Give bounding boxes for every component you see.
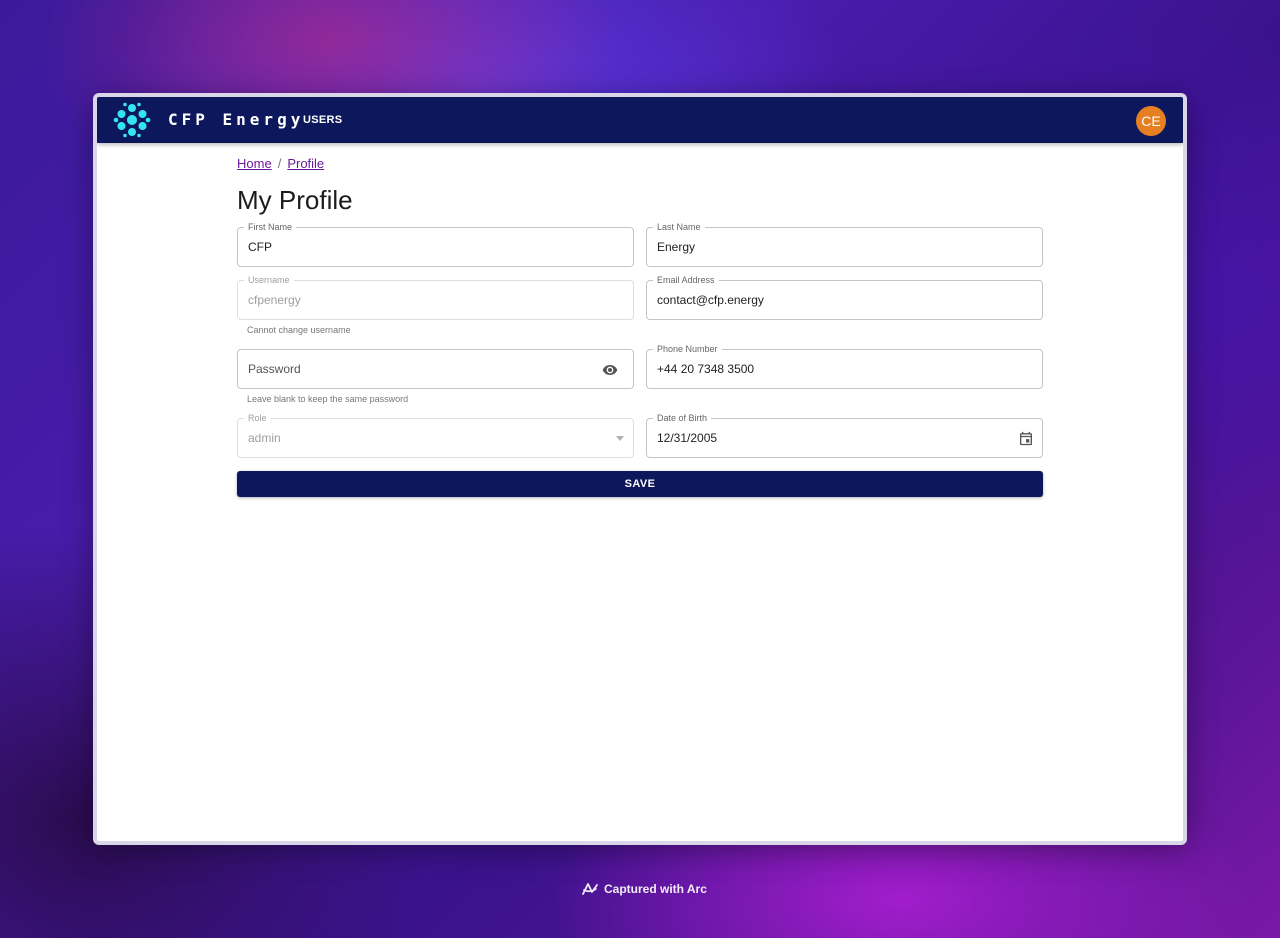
first-name-value[interactable]: CFP <box>248 240 272 254</box>
phone-value[interactable]: +44 20 7348 3500 <box>657 362 754 376</box>
password-field[interactable]: Password <box>237 349 634 389</box>
last-name-field[interactable]: Last Name Energy <box>646 221 1043 267</box>
role-label: Role <box>244 412 271 424</box>
last-name-label: Last Name <box>653 221 705 233</box>
email-label: Email Address <box>653 274 719 286</box>
username-value: cfpenergy <box>248 293 301 307</box>
arc-caption-text: Captured with Arc <box>604 882 707 896</box>
save-button[interactable]: SAVE <box>237 471 1043 497</box>
breadcrumb-home-link[interactable]: Home <box>237 156 272 171</box>
arc-logo-icon <box>582 883 598 895</box>
role-value: admin <box>248 431 281 445</box>
username-label: Username <box>244 274 294 286</box>
first-name-label: First Name <box>244 221 297 233</box>
breadcrumb-profile-link[interactable]: Profile <box>287 156 324 171</box>
phone-label: Phone Number <box>653 343 722 355</box>
eye-icon[interactable] <box>601 362 619 378</box>
brand-name[interactable]: CFP Energy <box>168 110 304 130</box>
email-field[interactable]: Email Address contact@cfp.energy <box>646 274 1043 320</box>
date-of-birth-label: Date of Birth <box>653 412 712 424</box>
calendar-icon[interactable] <box>1018 430 1034 447</box>
avatar[interactable]: CE <box>1136 106 1166 136</box>
app-bar: CFP Energy USERS CE <box>97 97 1183 143</box>
role-select: Role admin <box>237 412 634 458</box>
password-placeholder[interactable]: Password <box>248 362 301 376</box>
phone-field[interactable]: Phone Number +44 20 7348 3500 <box>646 343 1043 389</box>
password-helper-text: Leave blank to keep the same password <box>247 394 409 404</box>
dropdown-arrow-icon <box>616 436 624 441</box>
date-of-birth-value[interactable]: 12/31/2005 <box>657 431 717 445</box>
page-title: My Profile <box>237 185 353 215</box>
browser-window: CFP Energy USERS CE Home / Profile My Prof… <box>93 93 1187 845</box>
arc-caption: Captured with Arc <box>581 881 707 897</box>
breadcrumb-separator: / <box>277 156 282 171</box>
breadcrumb: Home / Profile <box>237 156 324 172</box>
cfp-logo-icon <box>113 102 151 138</box>
date-of-birth-field[interactable]: Date of Birth 12/31/2005 <box>646 412 1043 458</box>
email-value[interactable]: contact@cfp.energy <box>657 293 764 307</box>
nav-users-link[interactable]: USERS <box>303 113 342 127</box>
last-name-value[interactable]: Energy <box>657 240 695 254</box>
username-helper-text: Cannot change username <box>247 325 351 335</box>
username-field: Username cfpenergy <box>237 274 634 320</box>
first-name-field[interactable]: First Name CFP <box>237 221 634 267</box>
